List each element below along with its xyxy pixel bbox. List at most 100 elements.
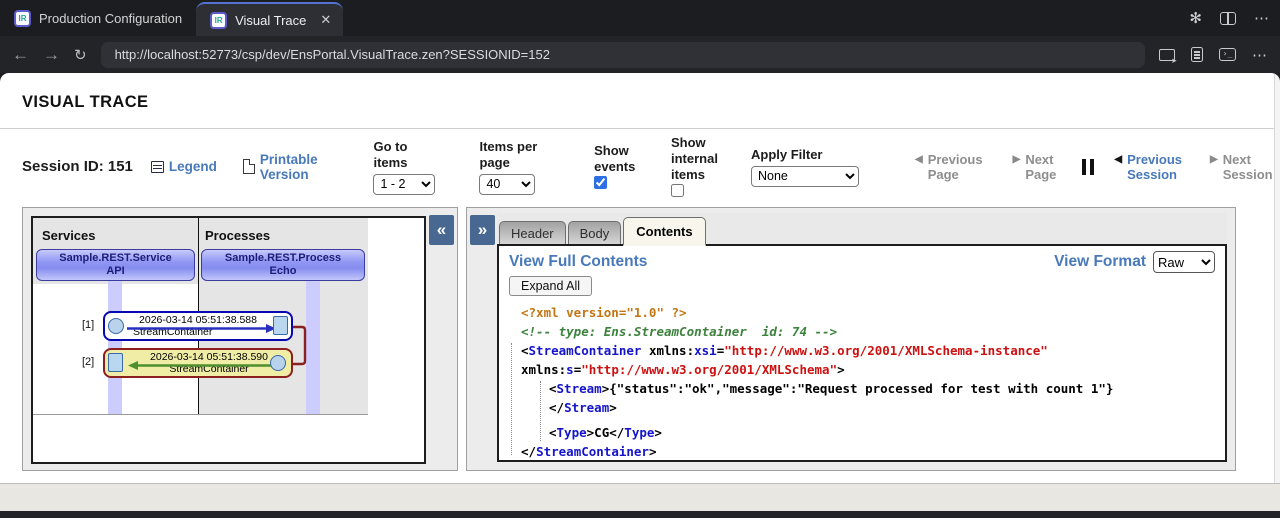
- message-2[interactable]: 2026-03-14 05:51:38.590 StreamContainer: [103, 348, 293, 378]
- message-source-dot: [270, 355, 286, 371]
- message-target-box: [108, 353, 123, 372]
- items-per-page-label: Items per page: [479, 139, 537, 170]
- content-area: « Services Processes Sample.REST.Service…: [0, 204, 1280, 471]
- tab-title: Production Configuration: [39, 11, 182, 26]
- page-title: VISUAL TRACE: [22, 93, 148, 112]
- extension-logo-icon[interactable]: ✻: [1189, 11, 1202, 26]
- urlbar-menu-icon[interactable]: ⋯: [1252, 46, 1268, 64]
- show-internal-checkbox[interactable]: [671, 184, 684, 197]
- notes-icon[interactable]: [1191, 47, 1203, 62]
- url-field[interactable]: http://localhost:52773/csp/dev/EnsPortal…: [101, 42, 1145, 68]
- tab-header[interactable]: Header: [499, 221, 566, 244]
- show-events-label: Show events: [594, 143, 635, 174]
- xml-line: </Stream>: [515, 398, 1215, 417]
- split-view-icon[interactable]: [1220, 12, 1236, 25]
- xml-line: </StreamContainer>: [515, 442, 1215, 461]
- goto-items-label: Go to items: [373, 139, 407, 170]
- reload-icon[interactable]: ↻: [74, 46, 87, 64]
- message-index: [1]: [82, 319, 94, 331]
- trace-panel: « Services Processes Sample.REST.Service…: [22, 207, 458, 471]
- forward-icon[interactable]: →: [43, 45, 60, 65]
- message-source-dot: [108, 318, 124, 334]
- goto-items-group: Go to items 1 - 2: [373, 139, 435, 195]
- view-format-select[interactable]: Raw: [1153, 251, 1215, 273]
- printable-page-icon: [243, 159, 255, 174]
- back-icon[interactable]: ←: [12, 45, 29, 65]
- pause-button[interactable]: [1082, 159, 1094, 175]
- iris-favicon-icon: IR: [14, 10, 31, 27]
- tab-contents[interactable]: Contents: [623, 217, 705, 246]
- xml-line: <Type>CG</Type>: [515, 423, 1215, 442]
- details-tab-strip: Header Body Contents: [497, 213, 1227, 246]
- page-scrollbar[interactable]: [1274, 73, 1280, 483]
- message-target-box: [273, 316, 288, 335]
- toolbar: Session ID: 151 Legend Printable Version…: [0, 129, 1280, 204]
- expand-panel-button[interactable]: »: [470, 215, 495, 245]
- browser-tab-production-configuration[interactable]: IR Production Configuration: [0, 0, 196, 36]
- goto-items-select[interactable]: 1 - 2: [373, 174, 435, 195]
- xml-line: <?xml version="1.0" ?>: [515, 303, 1215, 322]
- request-arrow-icon: [127, 324, 277, 333]
- triangle-left-icon: ◀: [915, 152, 923, 167]
- printable-version-link[interactable]: Printable Version: [243, 152, 336, 182]
- trace-diagram: Services Processes Sample.REST.ServiceAP…: [31, 216, 426, 464]
- browser-menu-icon[interactable]: ⋯: [1254, 9, 1270, 27]
- previous-page-button[interactable]: ◀ Previous Page: [915, 152, 983, 182]
- triangle-right-icon: ▶: [1210, 152, 1218, 167]
- column-title-processes: Processes: [205, 228, 270, 243]
- legend-link[interactable]: Legend: [151, 159, 217, 174]
- tab-close-icon[interactable]: ✕: [320, 12, 331, 28]
- expand-all-button[interactable]: Expand All: [509, 276, 592, 296]
- lane-bottom-line: [33, 414, 368, 415]
- next-page-button[interactable]: ▶ Next Page: [1013, 152, 1057, 182]
- show-internal-checkbox-group: Show internal items: [671, 135, 719, 199]
- service-node[interactable]: Sample.REST.ServiceAPI: [36, 249, 195, 281]
- screenshot-tool-icon[interactable]: [1159, 49, 1175, 61]
- xml-content: <?xml version="1.0" ?><!-- type: Ens.Str…: [509, 303, 1215, 461]
- tree-guide-line: [540, 381, 541, 441]
- column-title-services: Services: [42, 228, 96, 243]
- visual-trace-page: VISUAL TRACE Session ID: 151 Legend Prin…: [0, 73, 1280, 483]
- response-arrow-icon: [127, 361, 277, 370]
- tree-guide-line: [511, 343, 512, 455]
- xml-line: xmlns:s="http://www.w3.org/2001/XMLSchem…: [515, 360, 1215, 379]
- triangle-left-icon: ◀: [1114, 152, 1122, 167]
- xml-line: <Stream>{"status":"ok","message":"Reques…: [515, 379, 1215, 398]
- next-session-button[interactable]: ▶ Next Session: [1210, 152, 1270, 182]
- apply-filter-select[interactable]: None: [751, 166, 859, 187]
- show-internal-label: Show internal items: [671, 135, 718, 182]
- triangle-right-icon: ▶: [1013, 152, 1021, 167]
- view-format-label: View Format: [1054, 253, 1146, 271]
- xml-line: <!-- type: Ens.StreamContainer id: 74 --…: [515, 322, 1215, 341]
- items-per-page-group: Items per page 40: [479, 139, 558, 195]
- tab-body[interactable]: Body: [568, 221, 622, 244]
- show-events-checkbox-group: Show events: [594, 143, 649, 191]
- contents-pane: View Full Contents View Format Raw Expan…: [497, 246, 1227, 462]
- url-text: http://localhost:52773/csp/dev/EnsPortal…: [115, 47, 550, 62]
- browser-tab-visual-trace[interactable]: IR Visual Trace ✕: [196, 2, 343, 36]
- message-1[interactable]: 2026-03-14 05:51:38.588 StreamContainer: [103, 311, 293, 341]
- message-connector-line: [291, 324, 309, 368]
- page-header: VISUAL TRACE: [0, 73, 1280, 129]
- tab-title: Visual Trace: [235, 13, 306, 28]
- browser-url-bar: ← → ↻ http://localhost:52773/csp/dev/Ens…: [0, 36, 1280, 73]
- previous-session-button[interactable]: ◀ Previous Session: [1114, 152, 1182, 182]
- collapse-panel-button[interactable]: «: [429, 215, 454, 245]
- show-events-checkbox[interactable]: [594, 176, 607, 189]
- status-footer: [0, 483, 1280, 511]
- message-index: [2]: [82, 356, 94, 368]
- browser-chrome: IR Production Configuration IR Visual Tr…: [0, 0, 1280, 73]
- window-bottom-bar: [0, 511, 1280, 518]
- view-full-contents-link[interactable]: View Full Contents: [509, 253, 647, 271]
- apply-filter-group: Apply Filter None: [751, 147, 859, 187]
- session-id-label: Session ID: 151: [22, 158, 133, 175]
- legend-icon: [151, 161, 164, 173]
- browser-tab-bar: IR Production Configuration IR Visual Tr…: [0, 0, 1280, 36]
- iris-favicon-icon: IR: [210, 12, 227, 29]
- items-per-page-select[interactable]: 40: [479, 174, 535, 195]
- xml-line: <StreamContainer xmlns:xsi="http://www.w…: [515, 341, 1215, 360]
- process-node[interactable]: Sample.REST.ProcessEcho: [201, 249, 365, 281]
- apply-filter-label: Apply Filter: [751, 147, 823, 162]
- details-panel: » Header Body Contents View Full Content…: [466, 207, 1236, 471]
- terminal-icon[interactable]: ›_: [1219, 48, 1236, 61]
